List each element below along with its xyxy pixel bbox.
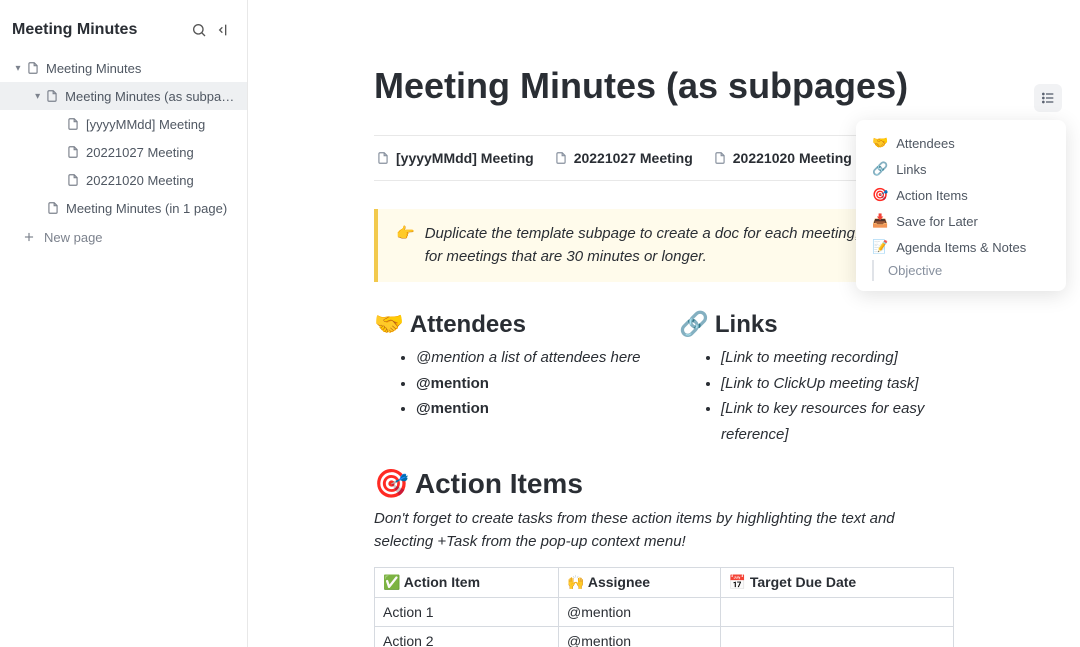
- sidebar-item[interactable]: 20221027 Meeting: [0, 138, 247, 166]
- list-item: [Link to ClickUp meeting task]: [721, 371, 954, 397]
- sidebar-item-label: Meeting Minutes: [46, 61, 141, 76]
- attendees-heading: 🤝 Attendees: [374, 310, 649, 339]
- table-header-cell: 📅 Target Due Date: [720, 568, 953, 598]
- subpage-label: 20221020 Meeting: [733, 150, 852, 166]
- handshake-icon: 🤝: [374, 310, 404, 339]
- links-column: 🔗 Links [Link to meeting recording][Link…: [679, 310, 954, 447]
- page-icon: [26, 61, 40, 75]
- list-item: @mention a list of attendees here: [416, 345, 649, 371]
- main: 🤝 Attendees 🔗 Links 🎯 Action Items 📥 Save for L…: [248, 0, 1080, 647]
- sidebar-item[interactable]: [yyyyMMdd] Meeting: [0, 110, 247, 138]
- table-cell[interactable]: @mention: [559, 627, 721, 647]
- sidebar-item-label: 20221020 Meeting: [86, 173, 194, 188]
- outline-emoji-icon: 📝: [872, 239, 888, 255]
- page-icon: [554, 151, 568, 165]
- outline-label: Save for Later: [896, 214, 978, 229]
- outline-item[interactable]: 📝 Agenda Items & Notes: [862, 234, 1060, 260]
- link-icon: 🔗: [679, 310, 709, 339]
- subpage-link[interactable]: 20221027 Meeting: [554, 150, 693, 166]
- list-item: [Link to key resources for easy referenc…: [721, 396, 954, 447]
- plus-icon: [22, 230, 36, 244]
- outline-item[interactable]: 📥 Save for Later: [862, 208, 1060, 234]
- sidebar-item[interactable]: ▾ Meeting Minutes: [0, 54, 247, 82]
- table-header-cell: 🙌 Assignee: [559, 568, 721, 598]
- sidebar-item-label: Meeting Minutes (in 1 page): [66, 201, 227, 216]
- table-cell[interactable]: [720, 598, 953, 627]
- toggle-outline-button[interactable]: [1034, 84, 1062, 112]
- sidebar-item-label: Meeting Minutes (as subpages): [65, 89, 237, 104]
- search-icon[interactable]: [187, 18, 211, 42]
- new-page-button[interactable]: New page: [0, 222, 247, 252]
- outline-item[interactable]: 🎯 Action Items: [862, 182, 1060, 208]
- collapse-sidebar-icon[interactable]: [211, 18, 235, 42]
- subpage-link[interactable]: [yyyyMMdd] Meeting: [376, 150, 534, 166]
- outline-label: Agenda Items & Notes: [896, 240, 1026, 255]
- outline-emoji-icon: 🎯: [872, 187, 888, 203]
- sidebar: Meeting Minutes ▾ Meeting Minutes ▾ Meeting…: [0, 0, 248, 647]
- action-items-table: ✅ Action Item🙌 Assignee📅 Target Due Date…: [374, 567, 954, 647]
- links-list: [Link to meeting recording][Link to Clic…: [679, 345, 954, 447]
- page-icon: [713, 151, 727, 165]
- chevron-icon[interactable]: ▾: [10, 63, 26, 74]
- document-content: Meeting Minutes (as subpages) [yyyyMMdd]…: [354, 0, 974, 647]
- table-row: Action 2@mention: [375, 627, 954, 647]
- action-items-heading: 🎯 Action Items: [374, 467, 954, 500]
- new-page-label: New page: [44, 230, 103, 245]
- table-header-cell: ✅ Action Item: [375, 568, 559, 598]
- table-cell[interactable]: [720, 627, 953, 647]
- table-cell[interactable]: @mention: [559, 598, 721, 627]
- two-column-section: 🤝 Attendees @mention a list of attendees…: [374, 310, 954, 447]
- outline-label: Action Items: [896, 188, 968, 203]
- outline-label: Links: [896, 162, 926, 177]
- table-cell[interactable]: Action 2: [375, 627, 559, 647]
- subpage-label: 20221027 Meeting: [574, 150, 693, 166]
- page-title: Meeting Minutes (as subpages): [374, 65, 954, 107]
- pointer-icon: 👉: [396, 223, 415, 268]
- outline-item[interactable]: 🔗 Links: [862, 156, 1060, 182]
- target-icon: 🎯: [374, 467, 409, 500]
- page-icon: [66, 145, 80, 159]
- sidebar-header: Meeting Minutes: [0, 10, 247, 54]
- outline-item[interactable]: 🤝 Attendees: [862, 130, 1060, 156]
- list-item: [Link to meeting recording]: [721, 345, 954, 371]
- page-tree: ▾ Meeting Minutes ▾ Meeting Minutes (as sub…: [0, 54, 247, 222]
- outline-panel: 🤝 Attendees 🔗 Links 🎯 Action Items 📥 Save for L…: [856, 120, 1066, 291]
- attendees-list: @mention a list of attendees here@mentio…: [374, 345, 649, 422]
- outline-emoji-icon: 📥: [872, 213, 888, 229]
- table-cell[interactable]: Action 1: [375, 598, 559, 627]
- outline-label: Attendees: [896, 136, 955, 151]
- page-icon: [66, 173, 80, 187]
- links-heading: 🔗 Links: [679, 310, 954, 339]
- sidebar-item-label: [yyyyMMdd] Meeting: [86, 117, 205, 132]
- workspace-title: Meeting Minutes: [12, 21, 187, 39]
- list-item: @mention: [416, 371, 649, 397]
- page-icon: [45, 89, 59, 103]
- sidebar-item[interactable]: 20221020 Meeting: [0, 166, 247, 194]
- outline-emoji-icon: 🔗: [872, 161, 888, 177]
- list-item: @mention: [416, 396, 649, 422]
- action-items-description: Don't forget to create tasks from these …: [374, 508, 954, 553]
- subpage-label: [yyyyMMdd] Meeting: [396, 150, 534, 166]
- table-row: Action 1@mention: [375, 598, 954, 627]
- outline-emoji-icon: 🤝: [872, 135, 888, 151]
- page-icon: [376, 151, 390, 165]
- sidebar-item[interactable]: Meeting Minutes (in 1 page): [0, 194, 247, 222]
- sidebar-item-label: 20221027 Meeting: [86, 145, 194, 160]
- chevron-icon[interactable]: ▾: [30, 91, 45, 102]
- page-icon: [66, 117, 80, 131]
- sidebar-item[interactable]: ▾ Meeting Minutes (as subpages): [0, 82, 247, 110]
- subpage-link[interactable]: 20221020 Meeting: [713, 150, 852, 166]
- attendees-column: 🤝 Attendees @mention a list of attendees…: [374, 310, 649, 447]
- table-header-row: ✅ Action Item🙌 Assignee📅 Target Due Date: [375, 568, 954, 598]
- page-icon: [46, 201, 60, 215]
- outline-subitem[interactable]: Objective: [872, 260, 1060, 281]
